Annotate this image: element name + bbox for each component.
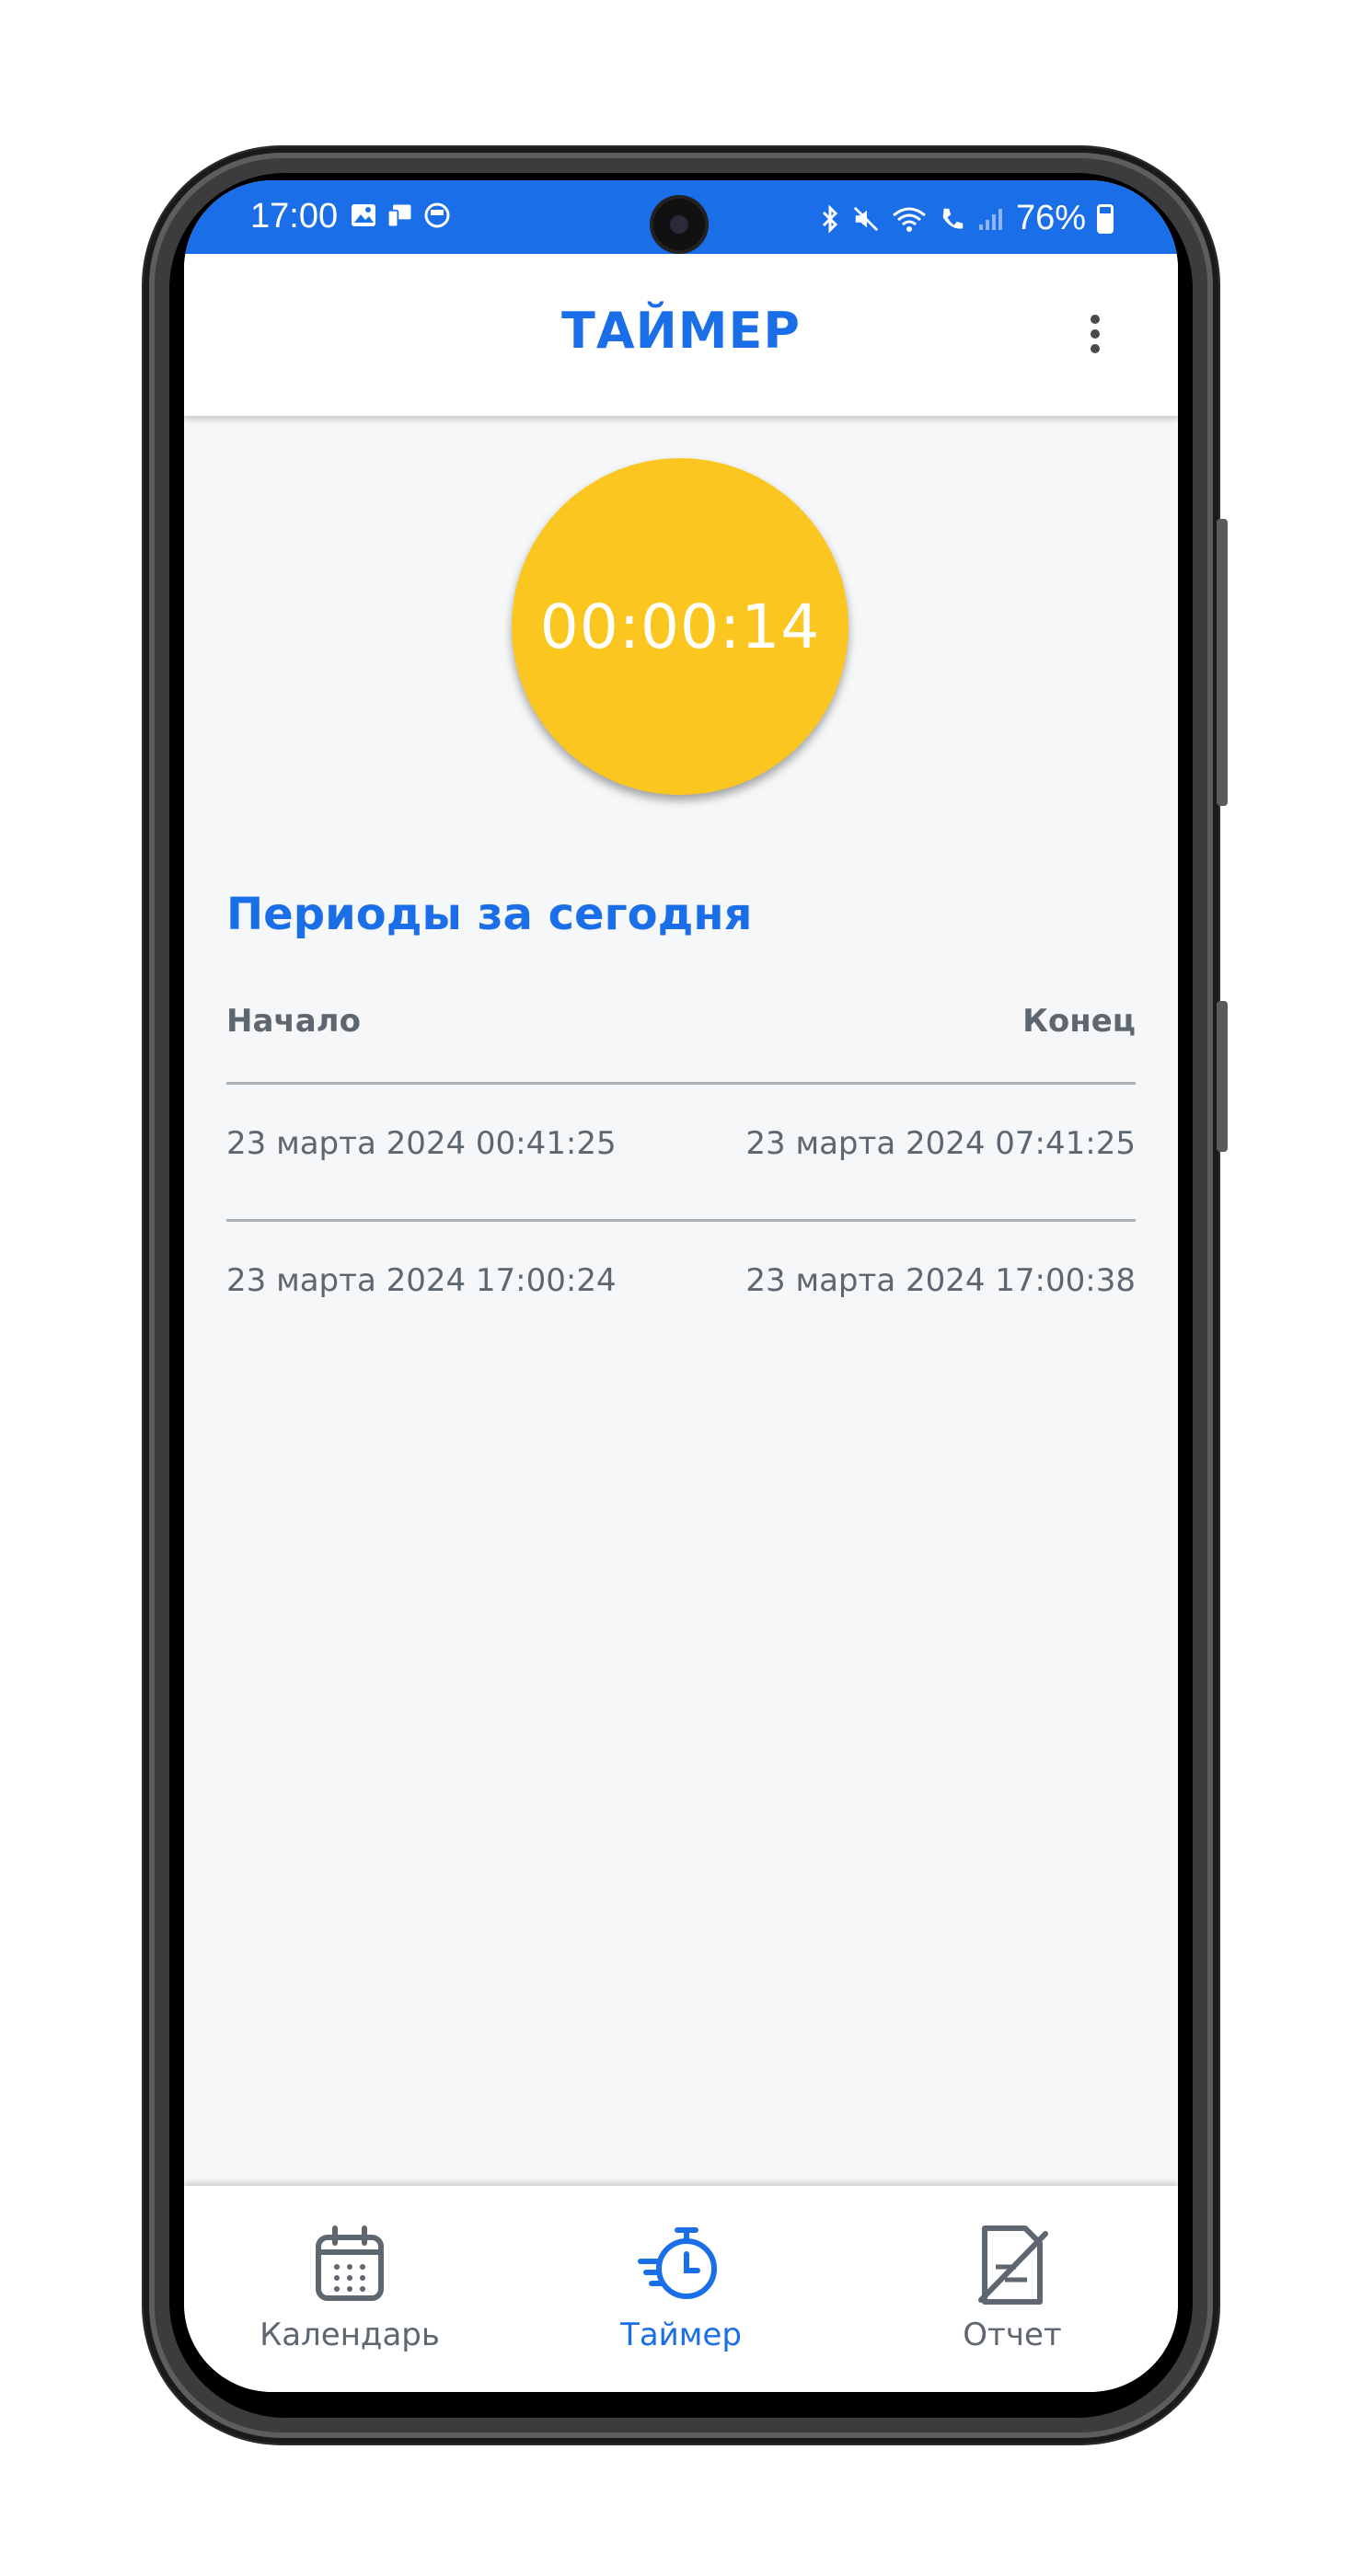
calendar-icon (316, 2225, 384, 2301)
status-bar: 17:00 76% (184, 180, 1178, 254)
app-notification-icon (424, 202, 450, 228)
column-header-start: Начало (226, 1003, 361, 1040)
side-button-top (1217, 519, 1228, 806)
divider (226, 1082, 1136, 1085)
battery-icon (1097, 203, 1114, 234)
more-dot-icon (1091, 344, 1100, 353)
screen-mirror-icon (387, 204, 411, 228)
timer-display: 00:00:14 (539, 591, 821, 662)
nav-item-calendar[interactable]: Календарь (230, 2221, 469, 2368)
status-system-icons: 76% (819, 199, 1114, 238)
page-title: ТАЙМЕР (560, 302, 802, 360)
periods-table: Начало Конец 23 марта 2024 00:41:25 23 м… (226, 986, 1136, 1299)
table-row: 23 марта 2024 17:00:24 23 марта 2024 17:… (226, 1247, 1136, 1315)
stopwatch-icon (638, 2227, 717, 2299)
column-header-end: Конец (1022, 1003, 1136, 1040)
periods-title: Периоды за сегодня (226, 889, 753, 940)
nav-item-report[interactable]: Отчет (893, 2221, 1132, 2368)
divider (226, 1219, 1136, 1222)
period-end: 23 марта 2024 07:41:25 (745, 1125, 1136, 1162)
table-row: 23 марта 2024 00:41:25 23 марта 2024 07:… (226, 1110, 1136, 1178)
report-icon (978, 2225, 1048, 2305)
side-button-bottom (1217, 1001, 1228, 1152)
status-notification-icons (350, 201, 451, 230)
more-options-button[interactable] (1077, 309, 1114, 364)
period-start: 23 марта 2024 17:00:24 (226, 1262, 617, 1299)
nav-item-timer[interactable]: Таймер (561, 2221, 801, 2368)
nav-label-timer: Таймер (620, 2317, 742, 2353)
status-time: 17:00 (250, 197, 339, 236)
signal-icon (978, 208, 1002, 230)
more-dot-icon (1091, 329, 1100, 339)
more-dot-icon (1091, 315, 1100, 324)
nav-label-calendar: Календарь (260, 2317, 440, 2353)
screen: 17:00 76% ТАЙМЕР 00:00:14 Периоды за сег… (184, 180, 1178, 2392)
table-header: Начало Конец (226, 986, 1136, 1056)
stage: 17:00 76% ТАЙМЕР 00:00:14 Периоды за сег… (0, 0, 1362, 2576)
nav-label-report: Отчет (963, 2317, 1062, 2353)
battery-level: 76% (1015, 199, 1086, 237)
period-start: 23 марта 2024 00:41:25 (226, 1125, 617, 1162)
bluetooth-icon (822, 203, 838, 234)
bottom-navigation: Календарь Таймер Отчет (184, 2186, 1178, 2392)
timer-button[interactable]: 00:00:14 (512, 458, 848, 795)
wifi-call-icon (942, 208, 964, 229)
period-end: 23 марта 2024 17:00:38 (745, 1262, 1136, 1299)
app-bar: ТАЙМЕР (184, 254, 1178, 416)
gallery-icon (352, 204, 375, 226)
front-camera (653, 199, 705, 250)
mute-icon (853, 206, 879, 231)
wifi-icon (892, 207, 926, 232)
